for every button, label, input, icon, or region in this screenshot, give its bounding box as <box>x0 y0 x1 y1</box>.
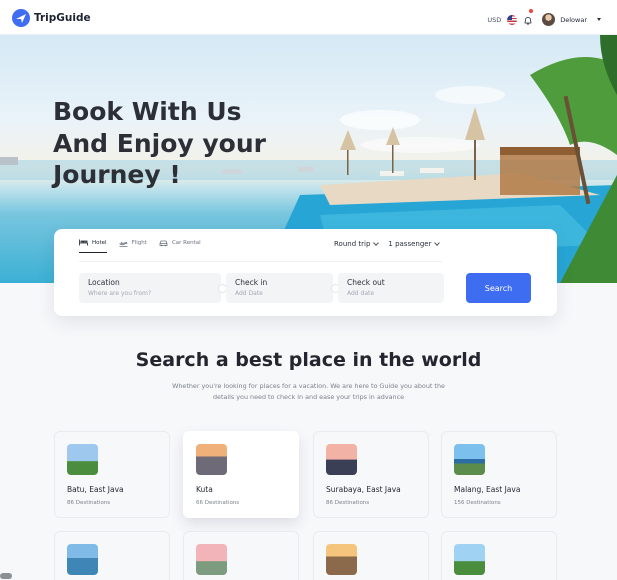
plane-icon <box>118 241 128 247</box>
destination-count: 66 Destinations <box>196 500 240 506</box>
check-in-field[interactable]: Check in Add Date <box>226 273 333 303</box>
booking-tabs: Hotel Flight Car Rental <box>79 239 201 253</box>
car-icon <box>159 240 168 246</box>
destination-thumbnail <box>454 544 485 575</box>
trip-type-dropdown[interactable]: Round trip <box>334 240 380 248</box>
hero-heading-line: Journey ! <box>53 160 181 189</box>
field-placeholder: Add date <box>347 290 375 297</box>
field-label: Location <box>88 278 120 287</box>
section-subtitle: Whether you're looking for places for a … <box>172 382 445 401</box>
plane-logo-icon <box>12 9 30 27</box>
chevron-down-icon <box>434 240 441 246</box>
destination-thumbnail <box>196 544 227 575</box>
search-card: Hotel Flight Car Rental Round trip 1 pas… <box>54 229 557 316</box>
destination-thumbnail <box>196 444 227 475</box>
tab-label: Flight <box>131 240 147 246</box>
hero-heading-line: Book With Us <box>53 97 242 126</box>
field-placeholder: Where are you from? <box>88 290 152 297</box>
destination-card[interactable] <box>183 531 299 580</box>
field-label: Check in <box>235 278 268 287</box>
destination-card[interactable]: Kuta 66 Destinations <box>183 431 299 518</box>
destination-count: 86 Destinations <box>326 500 370 506</box>
search-button[interactable]: Search <box>466 273 531 303</box>
tab-label: Car Rental <box>171 240 201 246</box>
hero-heading: Book With Us And Enjoy your Journey ! <box>53 96 343 191</box>
tab-car-rental[interactable]: Car Rental <box>159 239 201 253</box>
destination-thumbnail <box>326 544 357 575</box>
tabs-divider <box>79 261 442 262</box>
destination-thumbnail <box>326 444 357 475</box>
hero-heading-line: And Enjoy your <box>53 128 266 158</box>
destination-card[interactable]: Malang, East Java 156 Destinations <box>441 431 557 518</box>
destination-card[interactable]: Surabaya, East Java 86 Destinations <box>313 431 429 518</box>
passenger-dropdown[interactable]: 1 passenger <box>388 240 441 248</box>
destination-card[interactable] <box>441 531 557 580</box>
destination-card[interactable] <box>54 531 170 580</box>
field-label: Check out <box>347 278 385 287</box>
destination-count: 156 Destinations <box>454 500 501 506</box>
brand-logo[interactable]: TripGuide <box>12 9 91 27</box>
notification-bell-icon[interactable] <box>524 9 534 29</box>
destination-name: Surabaya, East Java <box>326 485 401 494</box>
location-field[interactable]: Location Where are you from? <box>79 273 221 303</box>
top-navbar: TripGuide USD Delowar <box>0 0 617 35</box>
currency-selector[interactable]: USD <box>487 16 501 24</box>
horizontal-scrollbar[interactable] <box>0 573 12 579</box>
tab-flight[interactable]: Flight <box>118 239 147 253</box>
passenger-value: 1 passenger <box>388 240 432 248</box>
chevron-down-icon[interactable] <box>597 18 601 21</box>
destination-thumbnail <box>454 444 485 475</box>
trip-type-value: Round trip <box>334 240 371 248</box>
us-flag-icon[interactable] <box>507 14 518 25</box>
destination-name: Batu, East Java <box>67 485 124 494</box>
brand-name: TripGuide <box>34 12 91 24</box>
notification-dot <box>529 9 534 13</box>
destination-name: Kuta <box>196 485 213 494</box>
destination-thumbnail <box>67 544 98 575</box>
username-label[interactable]: Delowar <box>560 16 587 24</box>
bed-icon <box>79 239 88 246</box>
destination-card[interactable] <box>313 531 429 580</box>
section-title: Search a best place in the world <box>135 349 482 371</box>
destination-count: 86 Destinations <box>67 500 111 506</box>
destination-thumbnail <box>67 444 98 475</box>
chevron-down-icon <box>373 240 380 246</box>
tab-hotel[interactable]: Hotel <box>79 239 107 253</box>
destination-card[interactable]: Batu, East Java 86 Destinations <box>54 431 170 518</box>
tab-label: Hotel <box>92 239 107 246</box>
user-avatar[interactable] <box>542 13 556 26</box>
destination-name: Malang, East Java <box>454 485 521 494</box>
field-placeholder: Add Date <box>235 290 263 297</box>
check-out-field[interactable]: Check out Add date <box>338 273 444 303</box>
